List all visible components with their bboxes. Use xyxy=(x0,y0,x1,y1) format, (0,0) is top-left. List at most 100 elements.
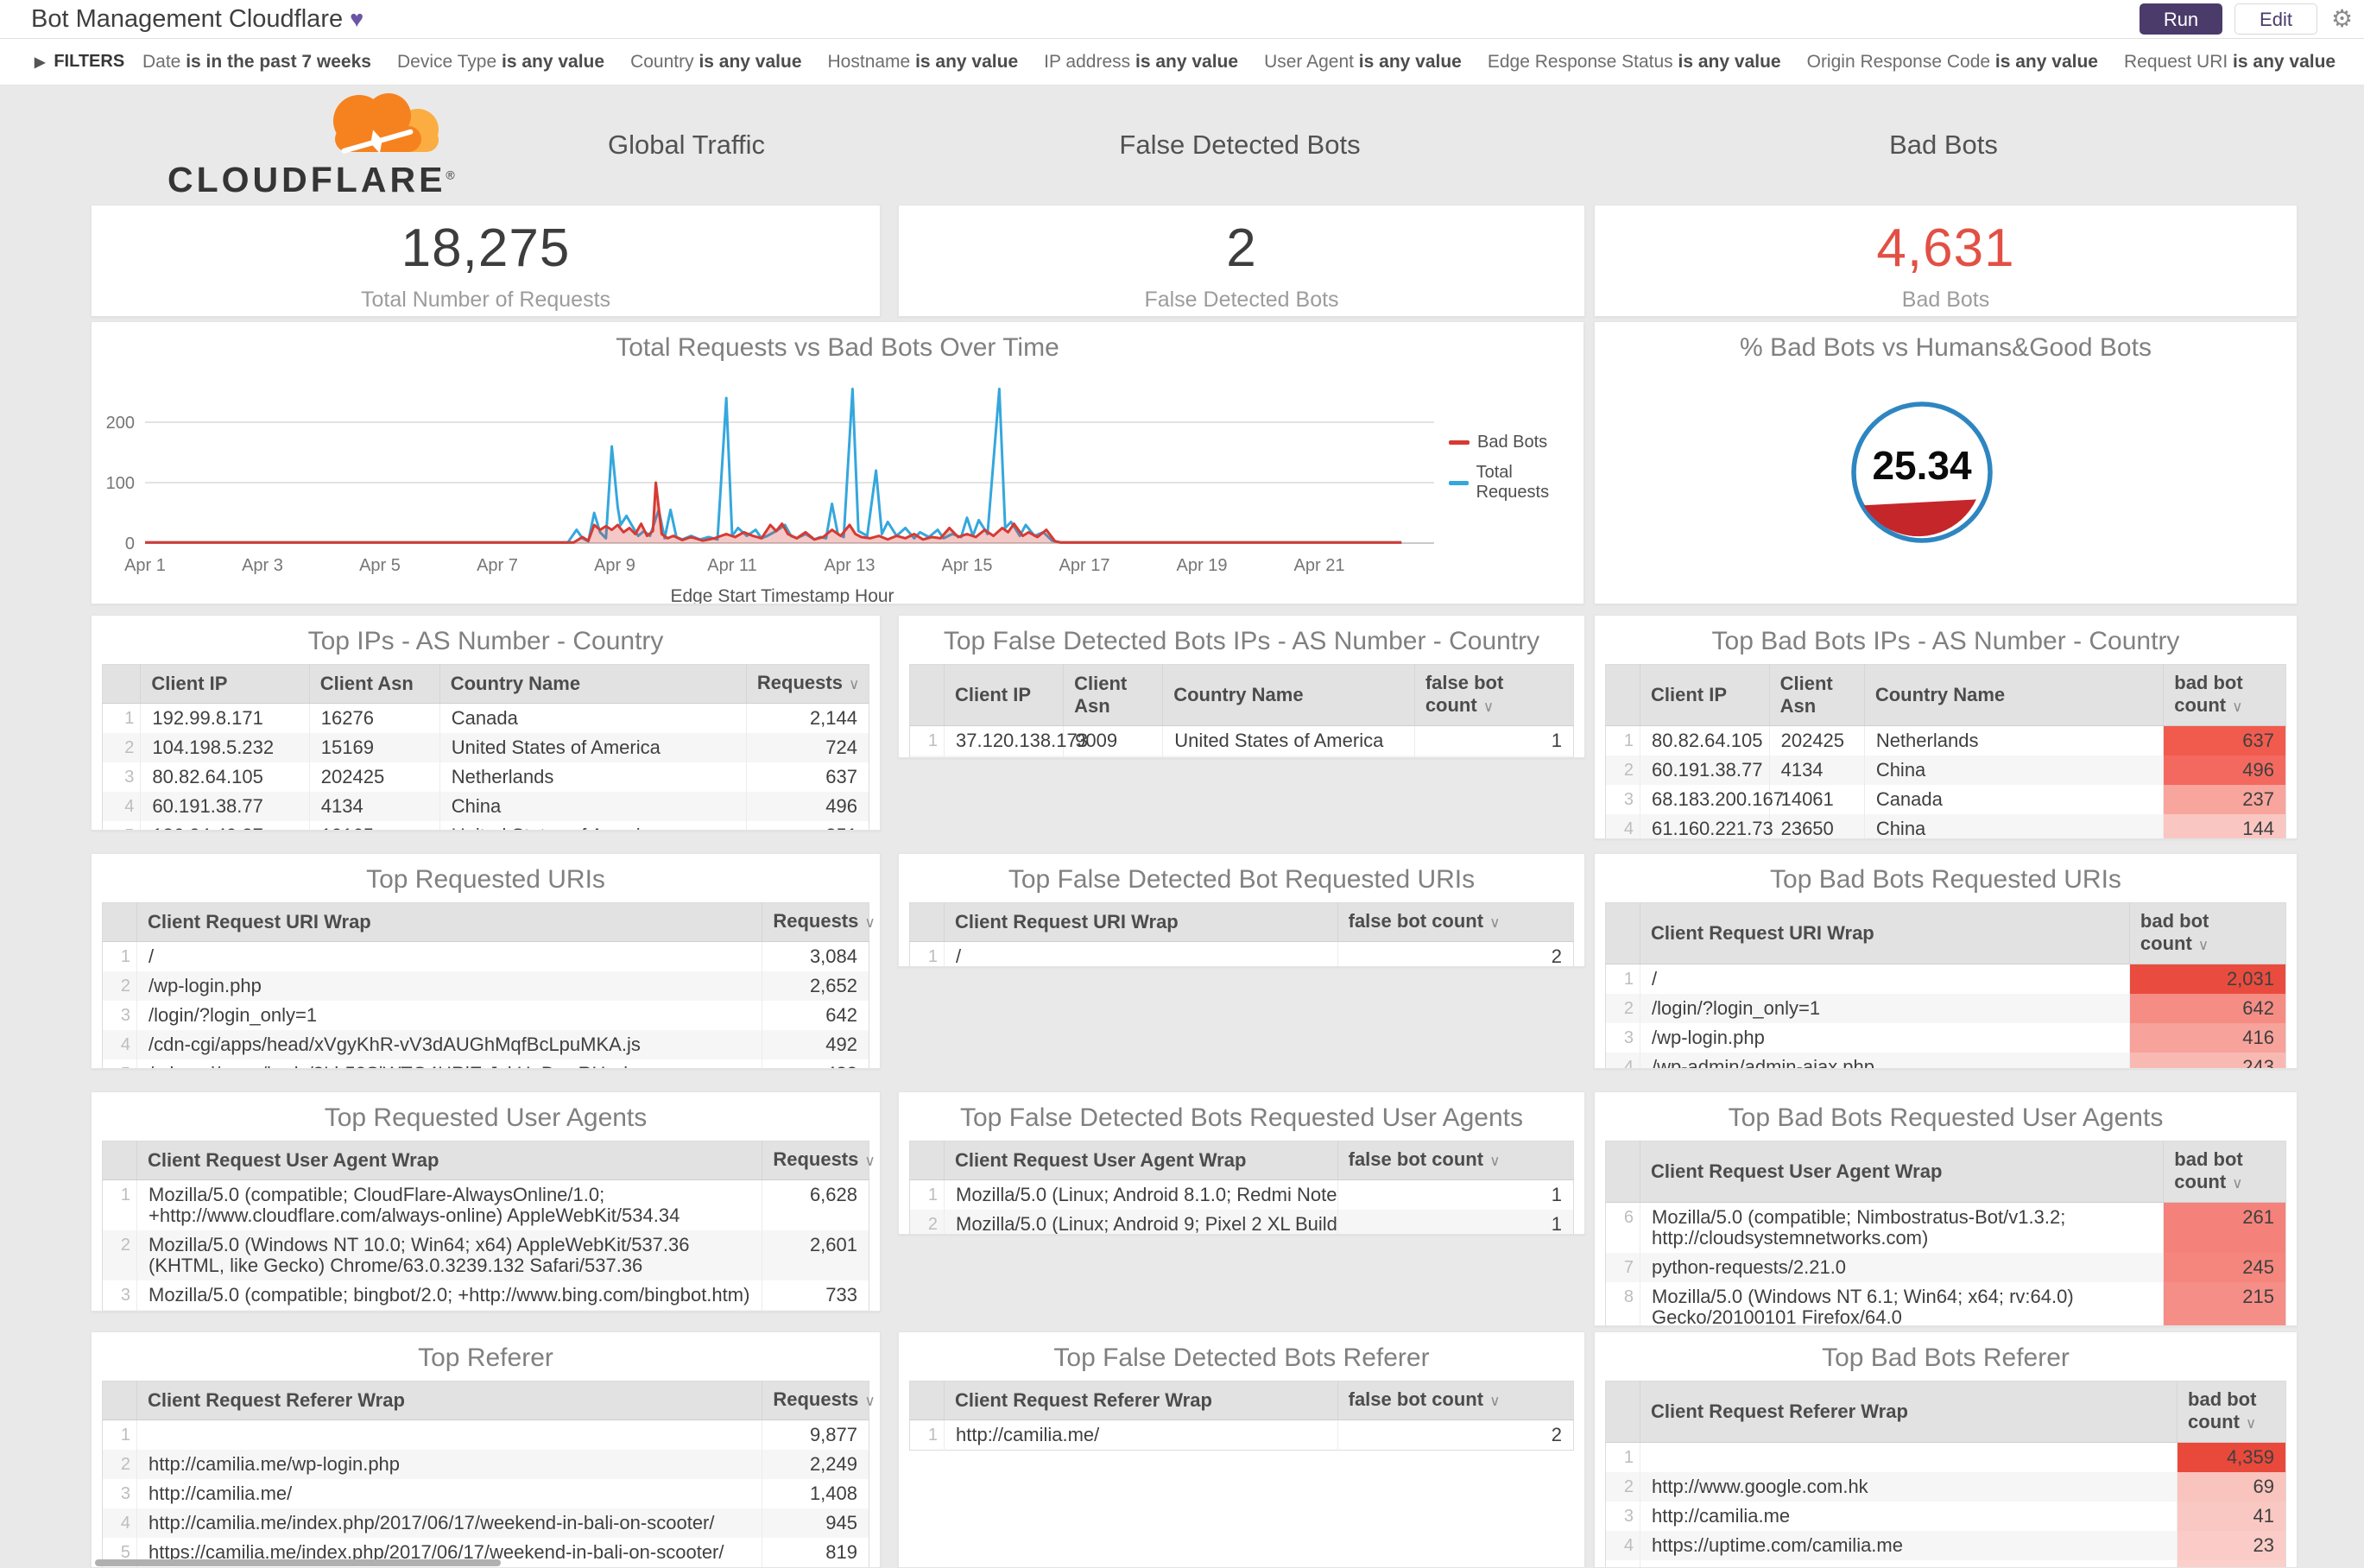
top-referer-cell[interactable]: http://camilia.me/wp-login.php xyxy=(136,1450,763,1479)
bad-referer-cell[interactable]: 23 xyxy=(2177,1531,2286,1560)
top-ips-col-country-name[interactable]: Country Name xyxy=(439,664,747,704)
top-uas-col-requests[interactable]: Requests ∨ xyxy=(762,1141,875,1180)
gear-icon[interactable]: ⚙ xyxy=(2331,4,2353,33)
bad-referer-cell[interactable]: 41 xyxy=(2177,1502,2286,1531)
bad-uas-cell[interactable]: 215 xyxy=(2163,1282,2286,1325)
top-ips-cell[interactable]: 637 xyxy=(746,762,869,792)
top-referer-cell[interactable]: 819 xyxy=(762,1538,869,1567)
horizontal-scrollbar[interactable] xyxy=(95,1559,501,1566)
filter-ip-address[interactable]: IP address is any value xyxy=(1044,52,1238,72)
top-ips-cell[interactable]: 19165 xyxy=(309,821,440,830)
bad-referer-cell[interactable] xyxy=(1640,1442,2178,1472)
top-uas-cell[interactable]: Mozilla/5.0 (compatible; bingbot/2.0; +h… xyxy=(136,1280,763,1310)
bad-ips-cell[interactable]: 80.82.64.105 xyxy=(1640,725,1770,756)
bad-uas-cell[interactable]: python-requests/2.21.0 xyxy=(1640,1253,2165,1282)
top-ips-cell[interactable]: 4134 xyxy=(309,792,440,821)
bad-uas-col-client-request-user-agent-wrap[interactable]: Client Request User Agent Wrap xyxy=(1640,1141,2165,1203)
top-ips-cell[interactable]: 351 xyxy=(746,821,869,831)
legend-bad-bots[interactable]: Bad Bots xyxy=(1449,433,1583,452)
top-ips-cell[interactable]: 724 xyxy=(746,733,869,762)
filter-hostname[interactable]: Hostname is any value xyxy=(828,52,1019,72)
top-uris-cell[interactable]: /wp-login.php xyxy=(136,971,763,1001)
top-ips-cell[interactable]: 192.99.8.171 xyxy=(140,703,310,733)
bad-uris-cell[interactable]: /login/?login_only=1 xyxy=(1640,994,2130,1023)
filter-edge-response-status[interactable]: Edge Response Status is any value xyxy=(1488,52,1781,72)
bad-ips-cell[interactable]: 60.191.38.77 xyxy=(1640,756,1770,785)
bad-ips-cell[interactable]: 14061 xyxy=(1769,785,1865,814)
top-uas-cell[interactable]: 6,628 xyxy=(762,1180,869,1231)
top-referer-cell[interactable]: http://camilia.me/ xyxy=(136,1479,763,1508)
false-ips-col-client-ip[interactable]: Client IP xyxy=(944,664,1065,726)
bad-ips-col-country-name[interactable]: Country Name xyxy=(1864,664,2165,726)
top-uris-cell[interactable]: 483 xyxy=(762,1059,869,1069)
bad-uas-cell[interactable]: 261 xyxy=(2163,1202,2286,1253)
false-uas-cell[interactable]: 1 xyxy=(1337,1210,1574,1234)
top-ips-cell[interactable]: United States of America xyxy=(439,733,747,762)
false-ips-cell[interactable]: 2764 xyxy=(1063,756,1164,757)
bad-uris-cell[interactable]: /wp-admin/admin-ajax.php xyxy=(1640,1053,2130,1068)
top-ips-col-client-ip[interactable]: Client IP xyxy=(140,664,310,704)
bad-ips-col-client-asn[interactable]: Client Asn xyxy=(1769,664,1865,726)
top-ips-cell[interactable]: Canada xyxy=(439,703,747,733)
top-referer-cell[interactable]: http://camilia.me/index.php/2017/06/17/w… xyxy=(136,1508,763,1538)
top-uris-cell[interactable]: /login/?login_only=1 xyxy=(136,1001,763,1030)
bad-ips-col-bad-bot-count[interactable]: bad bot count ∨ xyxy=(2163,664,2286,726)
bad-ips-cell[interactable]: 637 xyxy=(2163,725,2286,756)
top-uas-cell[interactable]: Mozilla/5.0 (compatible; CloudFlare-Alwa… xyxy=(136,1179,763,1230)
bad-uas-cell[interactable]: Mozilla/5.0 (compatible; Nimbostratus-Bo… xyxy=(1640,1202,2165,1253)
false-ips-cell[interactable]: United States of America xyxy=(1162,725,1415,756)
false-uas-cell[interactable]: 1 xyxy=(1337,1180,1573,1211)
false-ips-col-client-asn[interactable]: Client Asn xyxy=(1063,664,1164,726)
false-referer-col-false-bot-count[interactable]: false bot count ∨ xyxy=(1337,1381,1574,1420)
bad-uas-cell[interactable]: 245 xyxy=(2163,1253,2286,1282)
false-uas-col-false-bot-count[interactable]: false bot count ∨ xyxy=(1337,1141,1574,1180)
bad-referer-cell[interactable]: https://uptime.com/camilia.me xyxy=(1640,1531,2178,1560)
bad-uris-col-client-request-uri-wrap[interactable]: Client Request URI Wrap xyxy=(1640,902,2130,964)
edit-button[interactable]: Edit xyxy=(2234,3,2317,35)
bad-ips-cell[interactable]: 144 xyxy=(2163,814,2286,838)
bad-referer-cell[interactable]: http://camilia.me xyxy=(1640,1502,2178,1531)
top-ips-cell[interactable]: 202425 xyxy=(309,762,440,792)
top-ips-cell[interactable]: 136.24.49.37 xyxy=(140,821,310,830)
top-uris-col-client-request-uri-wrap[interactable]: Client Request URI Wrap xyxy=(136,902,763,942)
top-referer-col-client-request-referer-wrap[interactable]: Client Request Referer Wrap xyxy=(136,1381,763,1420)
top-ips-cell[interactable]: 60.191.38.77 xyxy=(140,792,310,821)
top-referer-col-requests[interactable]: Requests ∨ xyxy=(762,1381,875,1420)
false-ips-cell[interactable]: 37.120.138.173 xyxy=(944,725,1088,756)
legend-total-requests[interactable]: Total Requests xyxy=(1449,463,1583,503)
false-ips-col-country-name[interactable]: Country Name xyxy=(1162,664,1415,726)
top-ips-col-client-asn[interactable]: Client Asn xyxy=(309,664,440,704)
filter-device-type[interactable]: Device Type is any value xyxy=(397,52,604,72)
filter-origin-response-code[interactable]: Origin Response Code is any value xyxy=(1807,52,2098,72)
top-uas-cell[interactable]: 733 xyxy=(762,1280,869,1310)
bad-uris-col-bad-bot-count[interactable]: bad bot count ∨ xyxy=(2129,902,2286,964)
top-uas-cell[interactable]: 681 xyxy=(762,1310,869,1311)
bad-ips-cell[interactable]: 61.160.221.73 xyxy=(1640,814,1773,838)
false-uris-col-false-bot-count[interactable]: false bot count ∨ xyxy=(1337,902,1574,942)
bad-ips-cell[interactable]: Netherlands xyxy=(1864,725,2165,756)
top-referer-cell[interactable]: 1,408 xyxy=(762,1479,869,1508)
bad-uris-cell[interactable]: 416 xyxy=(2129,1023,2286,1053)
false-referer-cell[interactable]: 2 xyxy=(1337,1420,1573,1451)
filter-date[interactable]: Date is in the past 7 weeks xyxy=(142,52,371,72)
false-uas-cell[interactable]: Mozilla/5.0 (Linux; Android 9; Pixel 2 X… xyxy=(944,1210,1338,1234)
false-ips-col-false-bot-count[interactable]: false bot count ∨ xyxy=(1414,664,1574,726)
top-uas-cell[interactable]: 2,601 xyxy=(762,1230,869,1280)
false-uris-cell[interactable]: / xyxy=(944,941,1338,966)
top-uas-col-client-request-user-agent-wrap[interactable]: Client Request User Agent Wrap xyxy=(136,1141,763,1180)
top-ips-col-requests[interactable]: Requests ∨ xyxy=(746,664,869,704)
top-referer-cell[interactable]: 9,877 xyxy=(762,1420,869,1451)
false-ips-cell[interactable]: 9009 xyxy=(1063,725,1164,756)
bad-ips-cell[interactable]: Canada xyxy=(1864,785,2165,814)
top-uris-col-requests[interactable]: Requests ∨ xyxy=(762,902,875,942)
bad-uris-cell[interactable]: / xyxy=(1640,964,2130,994)
top-ips-cell[interactable]: 16276 xyxy=(309,703,440,733)
bad-uris-cell[interactable]: 2,031 xyxy=(2129,964,2286,994)
top-referer-cell[interactable]: 2,249 xyxy=(762,1450,869,1479)
bad-referer-col-bad-bot-count[interactable]: bad bot count ∨ xyxy=(2177,1381,2286,1443)
bad-ips-cell[interactable]: China xyxy=(1864,814,2165,838)
top-uris-cell[interactable]: 642 xyxy=(762,1001,869,1030)
bad-uas-col-bad-bot-count[interactable]: bad bot count ∨ xyxy=(2163,1141,2286,1203)
top-uris-cell[interactable]: /cdn-cgi/apps/head/xVgyKhR-vV3dAUGhMqfBc… xyxy=(136,1030,763,1059)
top-ips-cell[interactable]: 15169 xyxy=(309,733,440,762)
